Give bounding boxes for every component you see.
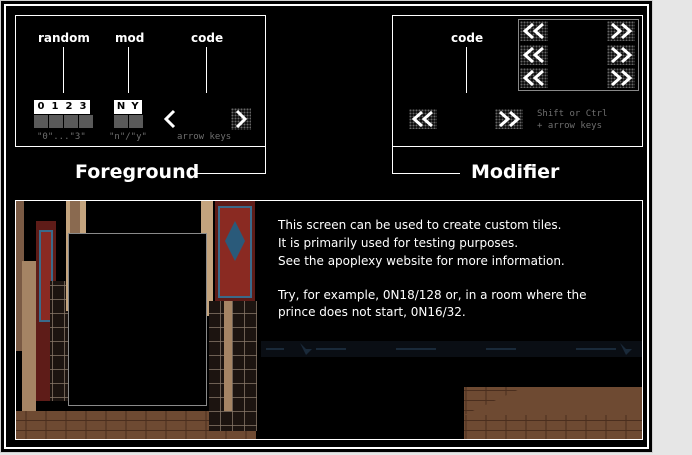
double-chevron-left-icon bbox=[522, 46, 544, 64]
random-hint: "0"..."3" bbox=[37, 132, 86, 142]
mod-hint: "n"/"y" bbox=[109, 132, 147, 142]
random-slot bbox=[49, 115, 63, 128]
mod-row1-right-button[interactable] bbox=[607, 21, 635, 41]
chevron-left-icon bbox=[163, 109, 176, 129]
modifier-hint-line1: Shift or Ctrl bbox=[537, 109, 608, 119]
double-chevron-left-icon bbox=[522, 69, 544, 87]
double-chevron-left-icon bbox=[411, 110, 433, 128]
info-line-3: See the apoplexy website for more inform… bbox=[278, 254, 565, 268]
random-slot bbox=[34, 115, 48, 128]
random-label: random bbox=[38, 31, 90, 45]
modifier-code-prev-button[interactable] bbox=[409, 109, 437, 129]
mod-slots bbox=[114, 115, 143, 128]
random-digit-selector: 0 1 2 3 bbox=[34, 100, 90, 114]
modifier-title-line bbox=[392, 173, 460, 174]
info-line-2: It is primarily used for testing purpose… bbox=[278, 236, 519, 250]
code-prev-button[interactable] bbox=[161, 108, 183, 130]
chevron-right-icon bbox=[235, 109, 248, 129]
modifier-code-next-button[interactable] bbox=[495, 109, 523, 129]
modifier-title-line-vertical bbox=[392, 147, 393, 174]
random-slot bbox=[79, 115, 93, 128]
mod-row3-right-button[interactable] bbox=[607, 68, 635, 88]
mod-label: mod bbox=[115, 31, 145, 45]
modifier-code-connector bbox=[466, 47, 467, 93]
modifier-title: Modifier bbox=[471, 161, 560, 183]
tile-preview-box bbox=[68, 233, 207, 406]
random-digit-0[interactable]: 0 bbox=[34, 100, 48, 114]
double-chevron-right-icon bbox=[499, 110, 521, 128]
foreground-title-line-vertical bbox=[265, 147, 266, 174]
mod-connector bbox=[128, 47, 129, 93]
modifier-code-label: code bbox=[451, 31, 484, 45]
foreground-code-connector bbox=[206, 47, 207, 93]
info-line-5: prince does not start, 0N16/32. bbox=[278, 305, 466, 319]
code-hint: arrow keys bbox=[177, 132, 232, 142]
info-line-4: Try, for example, 0N18/128 or, in a room… bbox=[278, 288, 587, 302]
foreground-title-line bbox=[195, 173, 266, 174]
random-digit-1[interactable]: 1 bbox=[48, 100, 62, 114]
code-next-highlight bbox=[231, 108, 251, 130]
mod-option-n[interactable]: N bbox=[114, 100, 128, 114]
random-connector bbox=[63, 47, 64, 93]
mod-selector: N Y bbox=[114, 100, 142, 114]
mod-row1-left-button[interactable] bbox=[520, 21, 548, 41]
double-chevron-right-icon bbox=[611, 22, 633, 40]
mod-slot bbox=[114, 115, 128, 128]
mod-row3-left-button[interactable] bbox=[520, 68, 548, 88]
foreground-title: Foreground bbox=[75, 161, 200, 183]
foreground-code-label: code bbox=[191, 31, 224, 45]
custom-tile-screen: random mod code 0 1 2 3 "0"..."3" N Y "n… bbox=[0, 0, 653, 453]
mod-row2-right-button[interactable] bbox=[607, 45, 635, 65]
code-next-button[interactable] bbox=[231, 108, 253, 130]
mod-option-y[interactable]: Y bbox=[128, 100, 142, 114]
random-digit-2[interactable]: 2 bbox=[62, 100, 76, 114]
double-chevron-right-icon bbox=[611, 69, 633, 87]
info-line-1: This screen can be used to create custom… bbox=[278, 218, 562, 232]
mod-slot bbox=[129, 115, 143, 128]
random-slot bbox=[64, 115, 78, 128]
mod-row2-left-button[interactable] bbox=[520, 45, 548, 65]
double-chevron-right-icon bbox=[611, 46, 633, 64]
double-chevron-left-icon bbox=[522, 22, 544, 40]
random-digit-3[interactable]: 3 bbox=[76, 100, 90, 114]
random-slots bbox=[34, 115, 93, 128]
modifier-hint-line2: + arrow keys bbox=[537, 121, 603, 131]
